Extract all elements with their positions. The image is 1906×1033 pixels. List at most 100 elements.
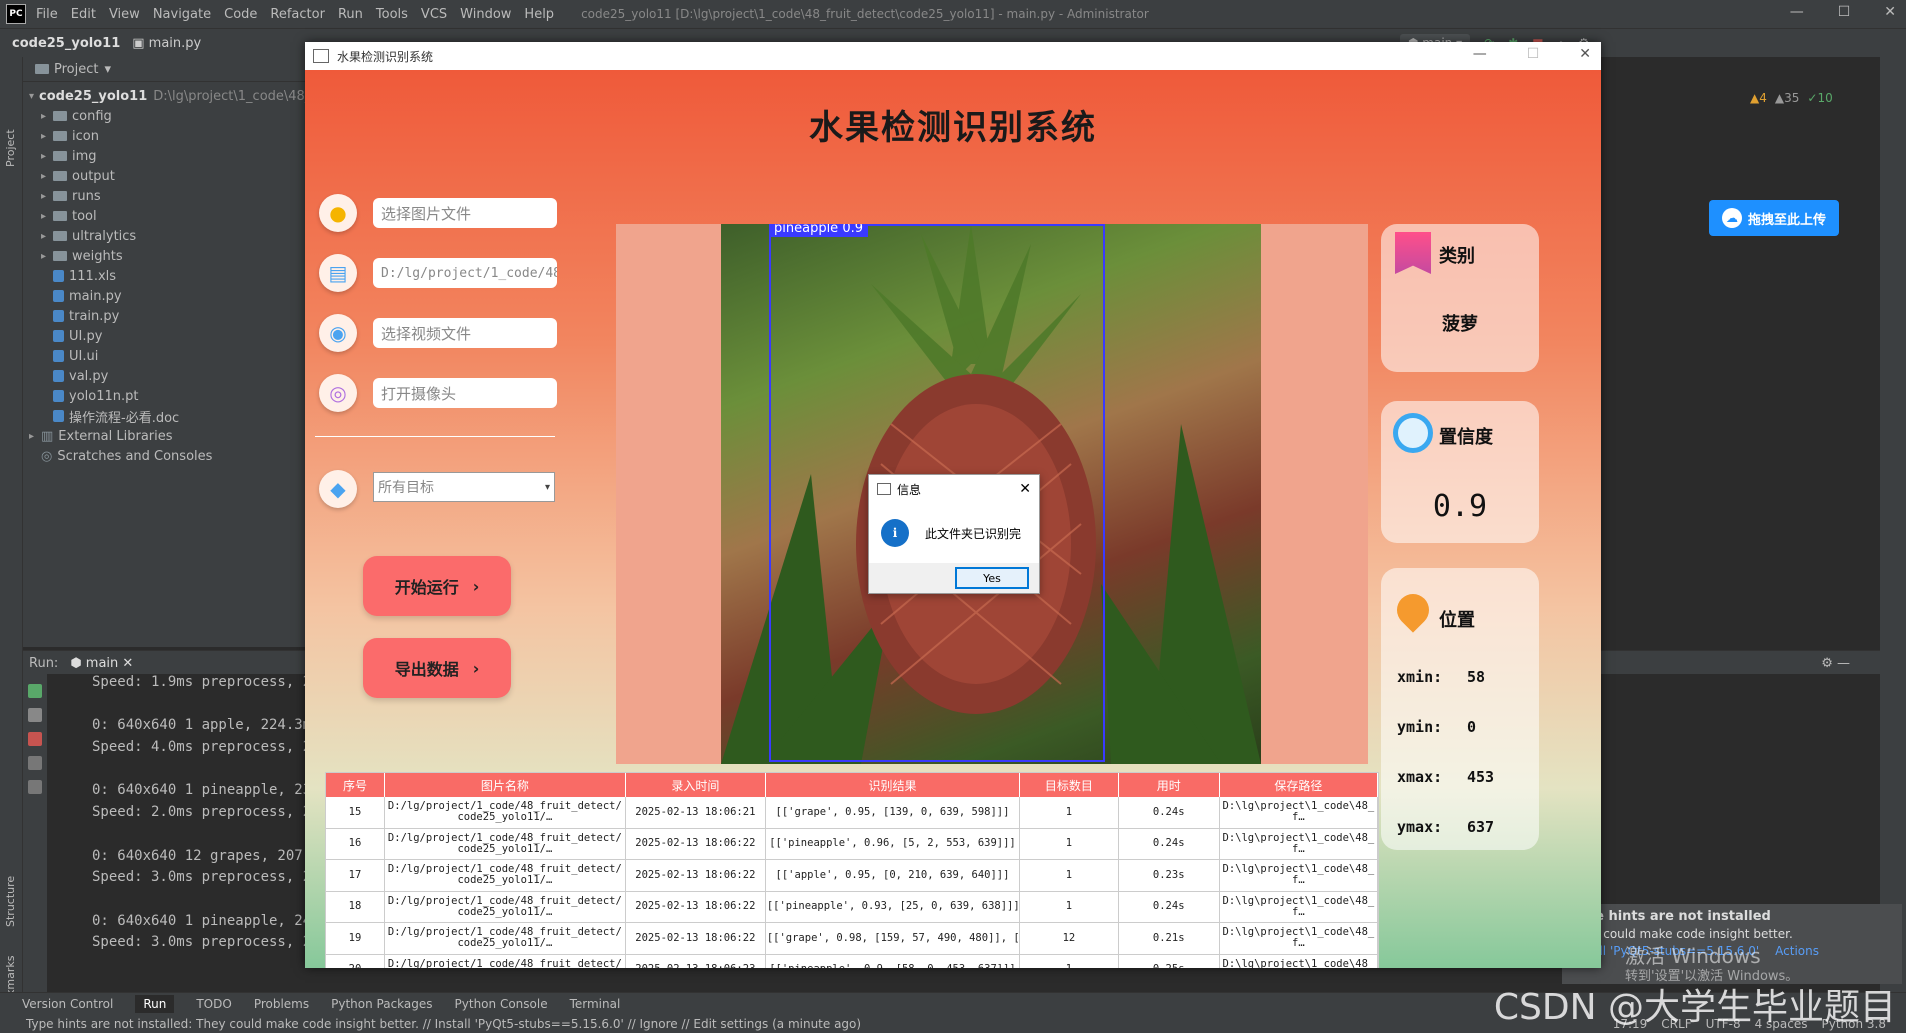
- menu-edit[interactable]: Edit: [71, 7, 96, 22]
- tree-item[interactable]: yolo11n.pt: [23, 386, 308, 406]
- breadcrumb-file[interactable]: ▣ main.py: [132, 36, 201, 51]
- minimize-icon[interactable]: —: [1473, 46, 1487, 62]
- tab-todo[interactable]: TODO: [196, 997, 231, 1011]
- external-libraries[interactable]: ▸ ▥ External Libraries: [23, 426, 308, 446]
- table-header-cell[interactable]: 录入时间: [625, 773, 766, 797]
- close-icon[interactable]: ✕: [1019, 481, 1031, 497]
- target-select[interactable]: 所有目标 ▾: [373, 472, 555, 502]
- table-header-cell[interactable]: 识别结果: [765, 773, 1021, 797]
- tree-item[interactable]: ▸ ultralytics: [23, 226, 308, 246]
- start-run-button[interactable]: 开始运行 ›: [363, 556, 511, 616]
- camera-input[interactable]: 打开摄像头: [373, 378, 557, 408]
- dialog-body: i 此文件夹已识别完: [869, 503, 1039, 563]
- tree-item[interactable]: ▸ output: [23, 166, 308, 186]
- maximize-icon[interactable]: ☐: [1838, 4, 1851, 20]
- tree-item[interactable]: 操作流程-必看.doc: [23, 406, 308, 426]
- menu-window[interactable]: Window: [460, 7, 511, 22]
- wrench-icon[interactable]: [28, 708, 42, 722]
- tree-item[interactable]: ▸ weights: [23, 246, 308, 266]
- target-select-value: 所有目标: [378, 480, 434, 496]
- tab-run[interactable]: Run: [135, 995, 175, 1013]
- table-row[interactable]: 19 D:/lg/project/1_code/48_fruit_detect/c…: [326, 922, 1379, 955]
- tree-item[interactable]: val.py: [23, 366, 308, 386]
- tree-item[interactable]: UI.ui: [23, 346, 308, 366]
- structure-tool-tab[interactable]: Structure: [4, 876, 17, 927]
- tab-problems[interactable]: Problems: [254, 997, 309, 1011]
- chevron-right-icon[interactable]: ▸: [29, 431, 41, 442]
- file-icon: [53, 370, 64, 382]
- table-cell: 15: [326, 797, 385, 829]
- tree-item[interactable]: ▸ icon: [23, 126, 308, 146]
- folder-icon: [53, 151, 67, 161]
- camera-icon[interactable]: ◎: [319, 374, 357, 412]
- table-cell: D:\lg\project\1_code\48_f…: [1219, 828, 1379, 860]
- status-message[interactable]: Type hints are not installed: They could…: [26, 1017, 861, 1031]
- start-run-label: 开始运行: [394, 578, 459, 597]
- table-header-cell[interactable]: 用时: [1118, 773, 1220, 797]
- tab-python-packages[interactable]: Python Packages: [331, 997, 432, 1011]
- menu-tools[interactable]: Tools: [376, 7, 408, 22]
- table-row[interactable]: 18 D:/lg/project/1_code/48_fruit_detect/c…: [326, 891, 1379, 923]
- menu-refactor[interactable]: Refactor: [270, 7, 325, 22]
- tree-item[interactable]: ▸ runs: [23, 186, 308, 206]
- tree-item[interactable]: ▸ img: [23, 146, 308, 166]
- tree-item[interactable]: UI.py: [23, 326, 308, 346]
- tree-item[interactable]: ▸ config: [23, 106, 308, 126]
- tab-terminal[interactable]: Terminal: [570, 997, 621, 1011]
- inspection-widget[interactable]: ▲4 ▲35 ✓10: [1750, 91, 1833, 105]
- image-file-input[interactable]: 选择图片文件: [373, 198, 557, 228]
- pin-icon[interactable]: [28, 780, 42, 794]
- tree-root[interactable]: ▾ code25_yolo11 D:\lg\project\1_code\48_: [23, 86, 311, 106]
- results-table[interactable]: 序号 图片名称 录入时间 识别结果 目标数目 用时 保存路径 15 D:/lg/project…: [325, 772, 1379, 968]
- table-row[interactable]: 15 D:/lg/project/1_code/48_fruit_detect/c…: [326, 797, 1379, 829]
- project-tool-tab[interactable]: Project: [4, 129, 17, 167]
- project-panel-title[interactable]: Project: [54, 62, 98, 77]
- tree-item[interactable]: ▸ tool: [23, 206, 308, 226]
- tab-python-console[interactable]: Python Console: [455, 997, 548, 1011]
- tree-item[interactable]: train.py: [23, 306, 308, 326]
- menu-view[interactable]: View: [109, 7, 140, 22]
- menu-code[interactable]: Code: [224, 7, 257, 22]
- table-header-cell[interactable]: 目标数目: [1019, 773, 1119, 797]
- menu-vcs[interactable]: VCS: [421, 7, 447, 22]
- table-row[interactable]: 16 D:/lg/project/1_code/48_fruit_detect/c…: [326, 828, 1379, 860]
- breadcrumb-project[interactable]: code25_yolo11: [12, 36, 120, 51]
- table-header-cell[interactable]: 保存路径: [1219, 773, 1379, 797]
- folder-icon[interactable]: ▤: [319, 254, 357, 292]
- chevron-down-icon[interactable]: ▾: [104, 62, 111, 77]
- tab-version-control[interactable]: Version Control: [22, 997, 113, 1011]
- table-header-cell[interactable]: 图片名称: [384, 773, 626, 797]
- close-icon[interactable]: ✕: [1579, 46, 1591, 62]
- stop-icon[interactable]: [28, 732, 42, 746]
- run-tab[interactable]: ⬢ main ✕: [70, 656, 133, 671]
- notif-actions-link[interactable]: Actions: [1775, 944, 1819, 958]
- menu-help[interactable]: Help: [524, 7, 554, 22]
- csdn-watermark: CSDN @大学生毕业题目: [1493, 987, 1896, 1028]
- table-cell: 19: [326, 922, 385, 955]
- layout-icon[interactable]: [28, 756, 42, 770]
- video-file-input[interactable]: 选择视频文件: [373, 318, 557, 348]
- tree-item[interactable]: 111.xls: [23, 266, 308, 286]
- menu-run[interactable]: Run: [338, 7, 363, 22]
- menu-file[interactable]: File: [36, 7, 58, 22]
- maximize-icon[interactable]: ☐: [1527, 46, 1540, 62]
- gear-icon[interactable]: ⚙ —: [1821, 656, 1850, 671]
- coord-label: ymax:: [1397, 818, 1443, 836]
- close-icon[interactable]: ✕: [1884, 4, 1896, 20]
- table-cell: [['grape', 0.98, [159, 57, 490, 480]], […: [765, 922, 1021, 955]
- export-data-button[interactable]: 导出数据 ›: [363, 638, 511, 698]
- chevron-down-icon[interactable]: ▾: [29, 91, 34, 102]
- image-icon[interactable]: ●: [319, 194, 357, 232]
- video-icon[interactable]: ◉: [319, 314, 357, 352]
- table-row[interactable]: 20D:/lg/project/1_code/48_fruit_detect/c…: [326, 954, 1379, 968]
- table-header-cell[interactable]: 序号: [326, 773, 385, 797]
- scratches[interactable]: ◎ Scratches and Consoles: [23, 446, 308, 466]
- tree-item[interactable]: main.py: [23, 286, 308, 306]
- rerun-icon[interactable]: [28, 684, 42, 698]
- minimize-icon[interactable]: —: [1790, 4, 1804, 20]
- menu-navigate[interactable]: Navigate: [153, 7, 211, 22]
- upload-button[interactable]: ☁ 拖拽至此上传: [1709, 200, 1839, 236]
- folder-input[interactable]: D:/lg/project/1_code/48_fruit_detect/cod…: [373, 258, 557, 288]
- table-row[interactable]: 17 D:/lg/project/1_code/48_fruit_detect/c…: [326, 859, 1379, 892]
- yes-button[interactable]: Yes: [955, 567, 1029, 589]
